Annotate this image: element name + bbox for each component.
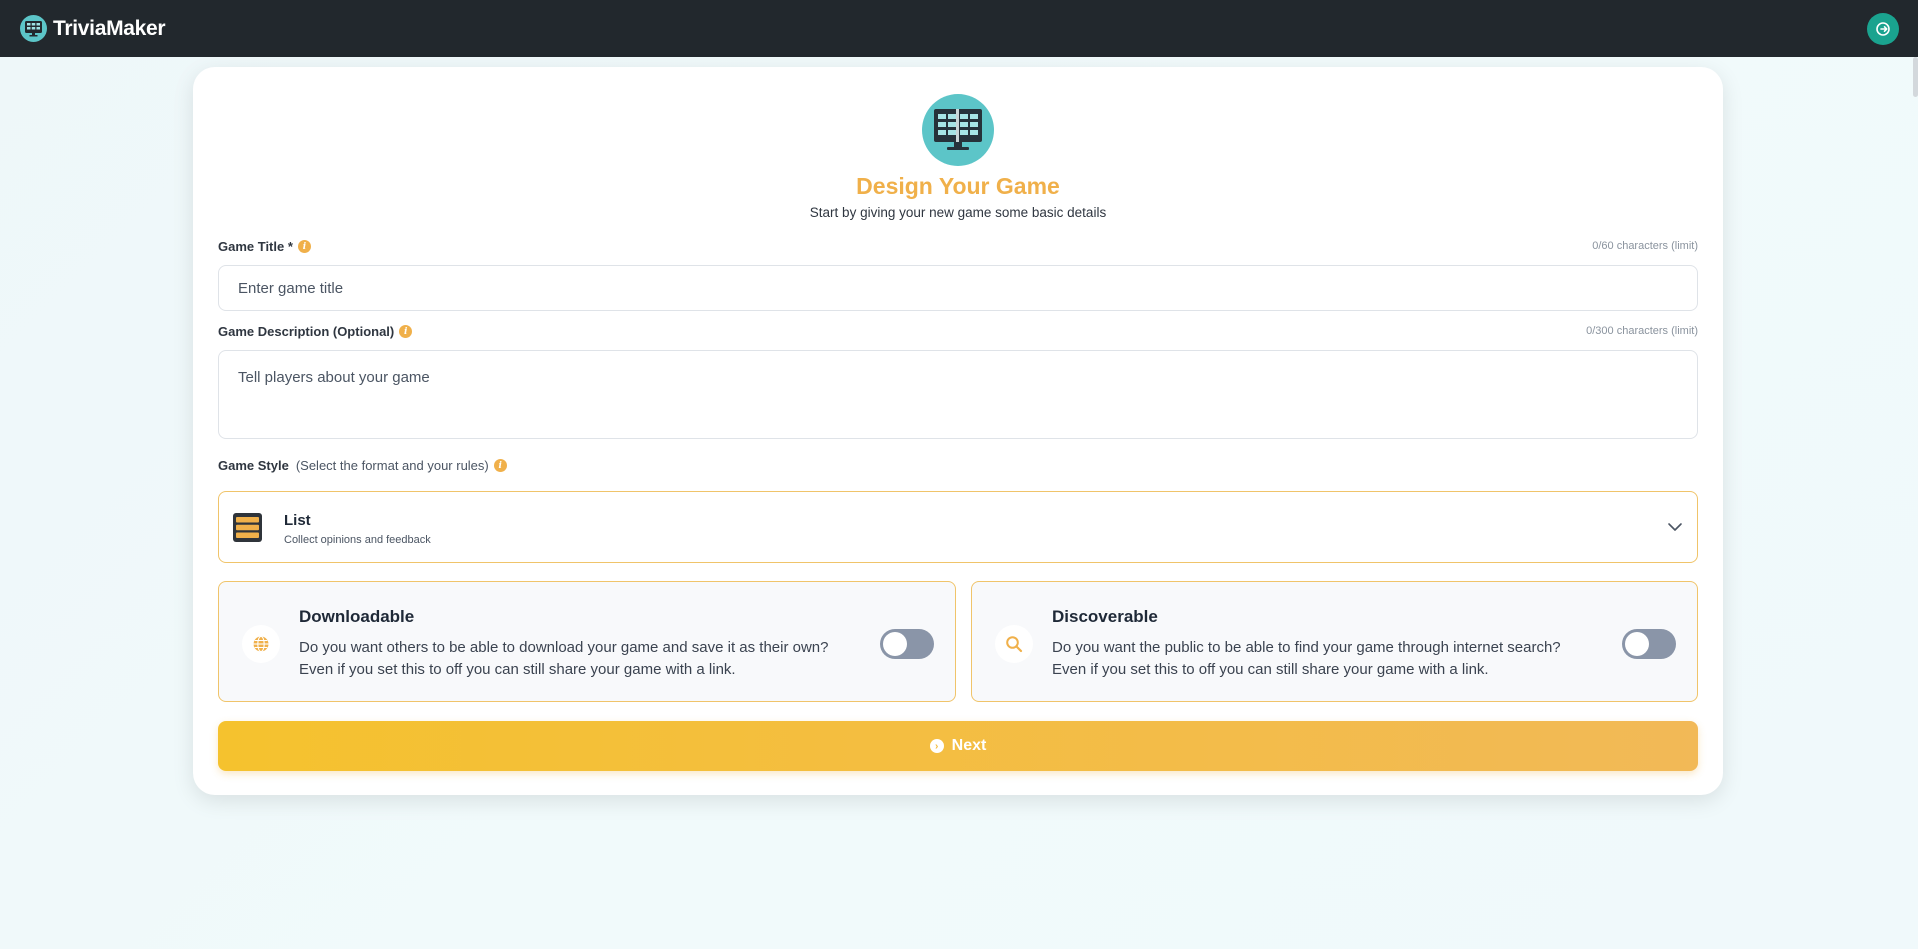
page-subtitle: Start by giving your new game some basic… <box>809 205 1107 220</box>
page-title: Design Your Game <box>856 173 1060 199</box>
game-style-selected-name: List <box>284 512 311 529</box>
game-title-input[interactable] <box>218 265 1698 311</box>
top-navbar: TriviaMaker <box>0 0 1918 57</box>
game-style-selected-desc: Collect opinions and feedback <box>284 534 431 546</box>
discoverable-toggle[interactable] <box>1622 629 1676 659</box>
chevron-down-icon <box>1668 523 1682 531</box>
list-icon <box>233 513 262 542</box>
downloadable-option: Downloadable Do you want others to be ab… <box>218 581 956 702</box>
downloadable-desc-line2: Even if you set this to off you can stil… <box>299 661 736 678</box>
next-button[interactable]: › Next <box>218 721 1698 771</box>
design-game-card: Design Your Game Start by giving your ne… <box>193 67 1723 795</box>
search-icon <box>995 625 1033 663</box>
game-title-label-text: Game Title * <box>218 239 293 254</box>
discoverable-title: Discoverable <box>1052 607 1158 626</box>
game-title-char-limit: 0/60 characters (limit) <box>1592 240 1698 252</box>
downloadable-description: Do you want others to be able to downloa… <box>299 637 859 681</box>
toggle-knob <box>1625 632 1649 656</box>
downloadable-desc-line1: Do you want others to be able to downloa… <box>299 639 829 656</box>
discoverable-desc-line2: Even if you set this to off you can stil… <box>1052 661 1489 678</box>
tv-grid-icon <box>20 15 47 42</box>
game-style-select[interactable]: List Collect opinions and feedback <box>218 491 1698 563</box>
next-button-label: Next <box>951 737 987 754</box>
logout-icon <box>1876 21 1890 36</box>
game-style-hint: (Select the format and your rules) <box>295 458 489 473</box>
game-description-input[interactable] <box>218 350 1698 439</box>
toggle-knob <box>883 632 907 656</box>
info-icon[interactable]: i <box>493 459 507 472</box>
brand[interactable]: TriviaMaker <box>20 15 166 42</box>
game-description-char-limit: 0/300 characters (limit) <box>1586 325 1698 337</box>
discoverable-option: Discoverable Do you want the public to b… <box>971 581 1698 702</box>
discoverable-desc-line1: Do you want the public to be able to fin… <box>1052 639 1561 656</box>
discoverable-description: Do you want the public to be able to fin… <box>1052 637 1612 681</box>
logout-button[interactable] <box>1867 12 1899 45</box>
downloadable-title: Downloadable <box>299 607 415 626</box>
brand-name: TriviaMaker <box>53 16 166 40</box>
game-style-label: Game Style (Select the format and your r… <box>218 458 507 473</box>
game-description-label: Game Description (Optional) i <box>218 324 413 339</box>
game-title-label: Game Title * i <box>218 239 311 254</box>
scrollbar[interactable] <box>1913 57 1918 97</box>
game-style-label-text: Game Style <box>218 458 289 473</box>
info-icon[interactable]: i <box>399 325 413 338</box>
game-description-label-text: Game Description (Optional) <box>218 324 395 339</box>
arrow-right-icon: › <box>929 739 944 753</box>
downloadable-toggle[interactable] <box>880 629 934 659</box>
globe-icon <box>242 625 280 663</box>
info-icon[interactable]: i <box>297 240 311 253</box>
tv-grid-icon <box>922 94 994 166</box>
